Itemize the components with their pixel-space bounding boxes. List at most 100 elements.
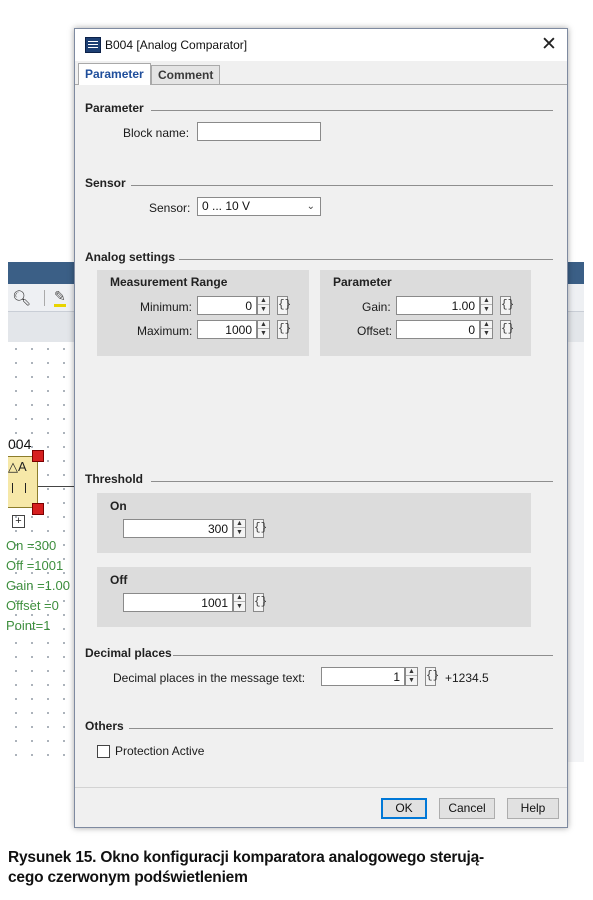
spin-down-icon[interactable]: ▼ [258, 330, 269, 338]
maximum-reference-button[interactable]: {} [277, 320, 291, 339]
threshold-off-title: Off [110, 573, 128, 587]
offset-label: Offset: [357, 324, 393, 338]
decimal-places-reference-button[interactable]: {} [425, 667, 439, 686]
offset-spinner[interactable]: ▲ ▼ [480, 320, 493, 339]
block-symbol: △A [8, 459, 27, 474]
spin-down-icon[interactable]: ▼ [406, 677, 417, 685]
block-input-pin[interactable] [32, 450, 44, 462]
section-divider [129, 728, 553, 729]
sensor-label: Sensor: [149, 201, 191, 215]
spin-up-icon[interactable]: ▲ [234, 520, 245, 528]
threshold-on-group: On ▲ ▼ {} [97, 493, 531, 553]
threshold-on-input[interactable] [123, 519, 233, 538]
figure-caption: Rysunek 15. Okno konfiguracji komparator… [8, 848, 588, 888]
analog-comparator-dialog: B004 [Analog Comparator] ✕ Parameter Com… [74, 28, 568, 828]
threshold-off-reference-button[interactable]: {} [253, 593, 267, 612]
decimal-places-input[interactable] [321, 667, 405, 686]
block-param-on: On =300 [6, 538, 57, 553]
block-output-pin[interactable] [32, 503, 44, 515]
chevron-down-icon: ⌄ [306, 201, 315, 212]
pulse-icon [12, 483, 26, 493]
minimum-reference-button[interactable]: {} [277, 296, 291, 315]
connection-wire [38, 486, 76, 487]
gain-reference-button[interactable]: {} [500, 296, 514, 315]
spin-down-icon[interactable]: ▼ [234, 529, 245, 537]
section-threshold-heading: Threshold [85, 472, 144, 486]
dialog-titlebar[interactable]: B004 [Analog Comparator] ✕ [75, 29, 567, 61]
decimal-places-spinner[interactable]: ▲ ▼ [405, 667, 418, 686]
spin-up-icon[interactable]: ▲ [481, 297, 492, 305]
minimum-label: Minimum: [140, 300, 193, 314]
block-param-off: Off =1001 [6, 558, 64, 573]
section-divider [151, 481, 553, 482]
zoom-icon[interactable]: 🔍︎ [12, 289, 31, 307]
section-divider [179, 259, 553, 260]
threshold-on-spinner[interactable]: ▲ ▼ [233, 519, 246, 538]
threshold-off-input[interactable] [123, 593, 233, 612]
spin-up-icon[interactable]: ▲ [481, 321, 492, 329]
analog-comparator-block[interactable]: △A [8, 456, 38, 508]
section-analog-settings-heading: Analog settings [85, 250, 176, 264]
section-divider [151, 110, 553, 111]
maximum-input[interactable] [197, 320, 257, 339]
cancel-button[interactable]: Cancel [439, 798, 495, 819]
block-param-gain: Gain =1.00 [6, 578, 70, 593]
sensor-select[interactable]: 0 ... 10 V ⌄ [197, 197, 321, 216]
figure-caption-line-2: cego czerwonym podświetleniem [8, 869, 248, 886]
gain-input[interactable] [396, 296, 480, 315]
threshold-on-reference-button[interactable]: {} [253, 519, 267, 538]
dialog-title: B004 [Analog Comparator] [105, 38, 248, 52]
threshold-on-title: On [110, 499, 127, 513]
spin-up-icon[interactable]: ▲ [234, 594, 245, 602]
minimum-input[interactable] [197, 296, 257, 315]
spin-up-icon[interactable]: ▲ [258, 297, 269, 305]
block-name-input[interactable] [197, 122, 321, 141]
spin-down-icon[interactable]: ▼ [258, 306, 269, 314]
expand-icon[interactable]: + [12, 515, 25, 528]
close-icon[interactable]: ✕ [533, 31, 565, 59]
spin-up-icon[interactable]: ▲ [406, 668, 417, 676]
minimum-spinner[interactable]: ▲ ▼ [257, 296, 270, 315]
canvas-scrollbar[interactable] [566, 342, 584, 762]
measurement-range-group: Measurement Range Minimum: ▲ ▼ {} Maximu… [97, 270, 309, 356]
block-name-label: Block name: [123, 126, 190, 140]
protection-active-label: Protection Active [115, 744, 205, 758]
section-others-heading: Others [85, 719, 124, 733]
logo-app-icon [85, 37, 101, 53]
toolbar-separator [44, 290, 45, 306]
block-id-label: 004 [8, 436, 32, 452]
analog-parameter-group: Parameter Gain: ▲ ▼ {} Offset: ▲ ▼ {} [320, 270, 531, 356]
gain-label: Gain: [362, 300, 391, 314]
section-parameter-heading: Parameter [85, 101, 144, 115]
section-divider [131, 185, 553, 186]
tab-comment[interactable]: Comment [151, 65, 221, 84]
spin-up-icon[interactable]: ▲ [258, 321, 269, 329]
block-parameter-list: On =300 Off =1001 Gain =1.00 Offset =0 P… [6, 536, 70, 636]
dialog-button-bar: OK Cancel Help [75, 787, 567, 827]
highlight-pen-icon[interactable]: ✎ [54, 288, 66, 307]
section-decimal-places-heading: Decimal places [85, 646, 172, 660]
analog-parameter-title: Parameter [333, 275, 392, 289]
offset-input[interactable] [396, 320, 480, 339]
ok-button[interactable]: OK [381, 798, 427, 819]
spin-down-icon[interactable]: ▼ [234, 603, 245, 611]
decimal-preview: +1234.5 [445, 671, 489, 685]
measurement-range-title: Measurement Range [110, 275, 228, 289]
section-sensor-heading: Sensor [85, 176, 126, 190]
threshold-off-group: Off ▲ ▼ {} [97, 567, 531, 627]
figure-caption-line-1: Rysunek 15. Okno konfiguracji komparator… [8, 849, 484, 866]
gain-spinner[interactable]: ▲ ▼ [480, 296, 493, 315]
offset-reference-button[interactable]: {} [500, 320, 514, 339]
maximum-spinner[interactable]: ▲ ▼ [257, 320, 270, 339]
spin-down-icon[interactable]: ▼ [481, 330, 492, 338]
protection-active-checkbox[interactable] [97, 745, 110, 758]
help-button[interactable]: Help [507, 798, 559, 819]
maximum-label: Maximum: [137, 324, 193, 338]
tab-parameter[interactable]: Parameter [78, 63, 151, 85]
decimal-places-label: Decimal places in the message text: [113, 671, 306, 685]
section-divider [173, 655, 553, 656]
block-param-offset: Offset =0 [6, 598, 59, 613]
tab-strip: Parameter Comment [75, 63, 567, 85]
threshold-off-spinner[interactable]: ▲ ▼ [233, 593, 246, 612]
spin-down-icon[interactable]: ▼ [481, 306, 492, 314]
